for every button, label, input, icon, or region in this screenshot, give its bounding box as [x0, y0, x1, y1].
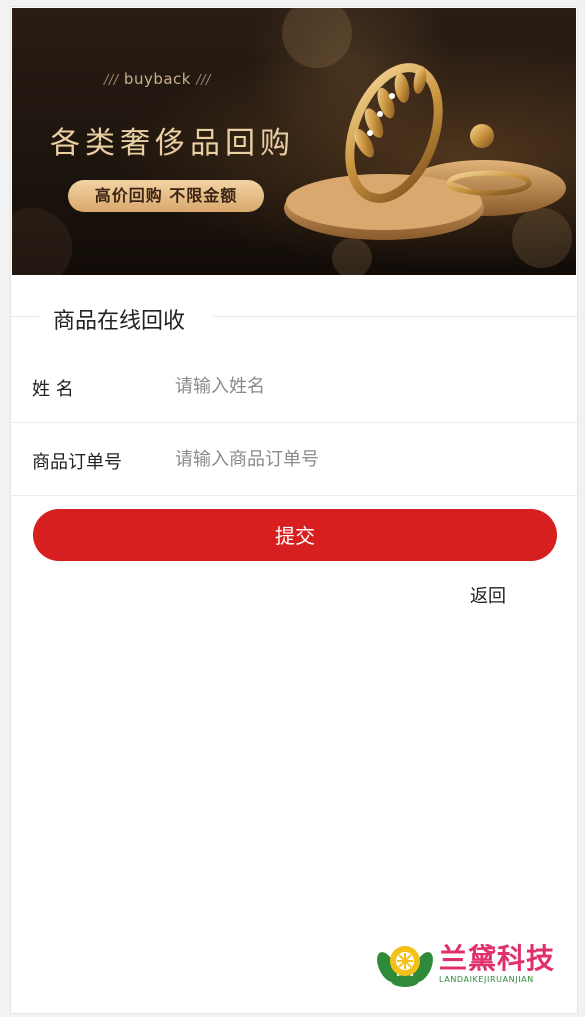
order-number-input[interactable] [173, 438, 557, 480]
section-header: 商品在线回收 [11, 303, 577, 334]
earring-flower [470, 124, 494, 148]
banner-pill: 高价回购 不限金额 [68, 180, 264, 212]
name-label: 姓 名 [32, 379, 74, 400]
logo-subtitle: LANDAIKEJIRUANJIAN [439, 975, 534, 984]
banner-slashes-left: /// [104, 73, 119, 88]
page-container: /// buyback /// 各类奢侈品回购 高价回购 不限金额 商品在线回收… [10, 6, 578, 1014]
section-divider-left [11, 316, 39, 317]
submit-button[interactable]: 提交 [33, 509, 557, 561]
banner-subtitle: /// buyback /// [104, 70, 211, 88]
banner-slashes-right: /// [196, 73, 211, 88]
banner-title: 各类奢侈品回购 [50, 126, 295, 161]
gold-jewelry-image [284, 63, 566, 240]
bokeh-light [12, 208, 72, 275]
order-row: 商品订单号 [11, 422, 577, 496]
name-input[interactable] [173, 365, 557, 407]
name-row: 姓 名 [11, 349, 577, 423]
brand-logo: 兰黛科技 LANDAIKEJIRUANJIAN [377, 937, 567, 989]
sunflower-logo-icon [377, 946, 433, 987]
section-divider-right [213, 316, 577, 317]
banner-buyback-text: buyback [123, 70, 191, 88]
promo-banner[interactable]: /// buyback /// 各类奢侈品回购 高价回购 不限金额 [12, 8, 576, 275]
order-number-label: 商品订单号 [32, 452, 122, 473]
back-link[interactable]: 返回 [470, 582, 506, 608]
section-title: 商品在线回收 [53, 309, 186, 334]
logo-name: 兰黛科技 [439, 942, 556, 975]
